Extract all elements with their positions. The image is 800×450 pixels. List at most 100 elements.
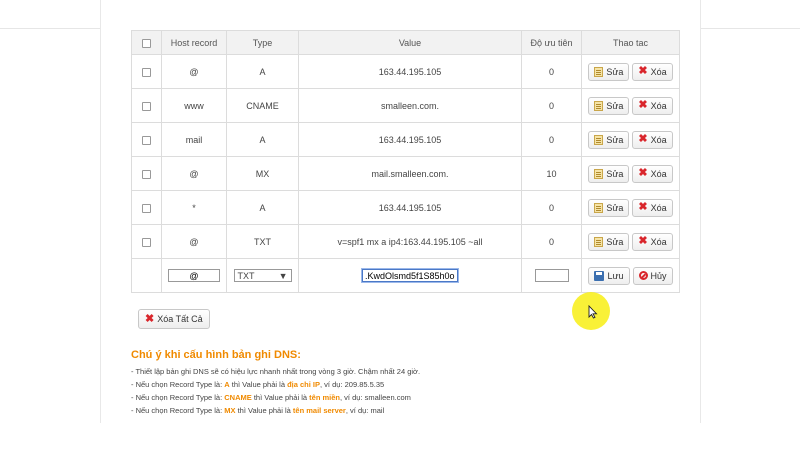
edit-icon xyxy=(594,236,604,247)
new-host-input[interactable] xyxy=(168,269,220,282)
type-cell: A xyxy=(226,190,299,225)
host-cell: www xyxy=(161,88,227,123)
new-priority-input[interactable] xyxy=(534,269,569,282)
save-label: Lưu xyxy=(607,270,624,281)
edit-icon xyxy=(594,168,604,179)
row-checkbox[interactable] xyxy=(142,67,151,77)
host-cell: mail xyxy=(161,122,227,157)
save-button[interactable]: Lưu xyxy=(588,266,630,285)
edit-button[interactable]: Sửa xyxy=(588,62,630,81)
save-disk-icon xyxy=(594,270,605,281)
select-all-header[interactable] xyxy=(131,30,162,55)
edit-label: Sửa xyxy=(606,236,624,247)
clear-all-button[interactable]: ✖ Xóa Tất Cả xyxy=(138,309,210,329)
row-checkbox[interactable] xyxy=(142,203,151,213)
note-item: - Nếu chọn Record Type là: CNAME thì Val… xyxy=(131,393,411,402)
host-cell: * xyxy=(161,190,227,225)
delete-button[interactable]: ✖ Xóa xyxy=(632,96,673,115)
priority-cell: 0 xyxy=(521,224,582,259)
delete-x-icon: ✖ xyxy=(638,133,648,145)
type-cell: CNAME xyxy=(226,88,299,123)
type-cell: A xyxy=(226,54,299,89)
notes-title: Chú ý khi cấu hình bản ghi DNS: xyxy=(131,349,301,361)
type-cell: TXT xyxy=(226,224,299,259)
row-checkbox[interactable] xyxy=(142,101,151,111)
delete-x-icon: ✖ xyxy=(145,312,155,325)
actions-cell: Sửa ✖ Xóa xyxy=(581,156,680,191)
edit-button[interactable]: Sửa xyxy=(588,130,630,149)
priority-cell: 0 xyxy=(521,122,582,157)
note-item: - Nếu chọn Record Type là: A thì Value p… xyxy=(131,380,385,389)
edit-label: Sửa xyxy=(606,202,624,213)
actions-cell: Lưu Hủy xyxy=(581,258,680,293)
dropdown-arrow-icon: ▼ xyxy=(278,270,288,281)
priority-cell: 10 xyxy=(521,156,582,191)
table-header-row: Host record Type Value Độ ưu tiên Thao t… xyxy=(131,30,680,55)
edit-button[interactable]: Sửa xyxy=(588,96,630,115)
dns-records-table: Host record Type Value Độ ưu tiên Thao t… xyxy=(131,30,680,293)
select-all-checkbox[interactable] xyxy=(142,38,151,48)
type-cell: MX xyxy=(226,156,299,191)
value-cell: 163.44.195.105 xyxy=(298,122,522,157)
delete-x-icon: ✖ xyxy=(638,201,648,213)
delete-button[interactable]: ✖ Xóa xyxy=(632,130,673,149)
table-row: @ MX mail.smalleen.com. 10 Sửa ✖ Xóa xyxy=(131,156,680,191)
cancel-button[interactable]: Hủy xyxy=(632,266,673,285)
new-type-select[interactable]: TXT ▼ xyxy=(233,269,292,282)
priority-cell: 0 xyxy=(521,54,582,89)
notes-list: - Thiết lập bản ghi DNS sẽ có hiệu lực n… xyxy=(131,365,691,417)
header-priority: Độ ưu tiên xyxy=(521,30,582,55)
actions-cell: Sửa ✖ Xóa xyxy=(581,122,680,157)
actions-cell: Sửa ✖ Xóa xyxy=(581,224,680,259)
delete-button[interactable]: ✖ Xóa xyxy=(632,198,673,217)
table-row: * A 163.44.195.105 0 Sửa ✖ Xóa xyxy=(131,190,680,225)
delete-button[interactable]: ✖ Xóa xyxy=(632,164,673,183)
header-actions: Thao tac xyxy=(581,30,680,55)
row-checkbox[interactable] xyxy=(142,135,151,145)
value-cell: 163.44.195.105 xyxy=(298,54,522,89)
clear-all-label: Xóa Tất Cả xyxy=(157,314,203,324)
cancel-label: Hủy xyxy=(650,270,667,281)
actions-cell: Sửa ✖ Xóa xyxy=(581,54,680,89)
delete-label: Xóa xyxy=(650,100,667,111)
host-cell: @ xyxy=(161,224,227,259)
delete-label: Xóa xyxy=(650,202,667,213)
edit-label: Sửa xyxy=(606,100,624,111)
table-row: mail A 163.44.195.105 0 Sửa ✖ Xóa xyxy=(131,122,680,157)
edit-icon xyxy=(594,134,604,145)
host-cell: @ xyxy=(161,156,227,191)
edit-icon xyxy=(594,66,604,77)
edit-button[interactable]: Sửa xyxy=(588,198,630,217)
new-type-value: TXT xyxy=(237,270,255,281)
new-value-input[interactable] xyxy=(361,268,459,283)
delete-label: Xóa xyxy=(650,66,667,77)
actions-cell: Sửa ✖ Xóa xyxy=(581,190,680,225)
type-cell: A xyxy=(226,122,299,157)
edit-icon xyxy=(594,202,604,213)
note-item: - Thiết lập bản ghi DNS sẽ có hiệu lực n… xyxy=(131,367,421,376)
cancel-icon xyxy=(638,271,648,280)
row-checkbox[interactable] xyxy=(142,169,151,179)
row-checkbox[interactable] xyxy=(142,237,151,247)
new-record-row: TXT ▼ Lưu Hủy xyxy=(131,258,680,293)
value-cell: 163.44.195.105 xyxy=(298,190,522,225)
note-item: - Nếu chọn Record Type là: MX thì Value … xyxy=(131,406,385,415)
delete-button[interactable]: ✖ Xóa xyxy=(632,232,673,251)
dns-panel: Host record Type Value Độ ưu tiên Thao t… xyxy=(100,0,701,423)
delete-label: Xóa xyxy=(650,236,667,247)
edit-label: Sửa xyxy=(606,134,624,145)
priority-cell: 0 xyxy=(521,88,582,123)
delete-x-icon: ✖ xyxy=(638,167,648,179)
priority-cell: 0 xyxy=(521,190,582,225)
value-cell: smalleen.com. xyxy=(298,88,522,123)
delete-button[interactable]: ✖ Xóa xyxy=(632,62,673,81)
header-value: Value xyxy=(298,30,522,55)
mouse-pointer-icon xyxy=(588,305,598,319)
value-cell: v=spf1 mx a ip4:163.44.195.105 ~all xyxy=(298,224,522,259)
edit-icon xyxy=(594,100,604,111)
edit-label: Sửa xyxy=(606,66,624,77)
table-row: www CNAME smalleen.com. 0 Sửa ✖ Xóa xyxy=(131,88,680,123)
edit-button[interactable]: Sửa xyxy=(588,164,630,183)
edit-button[interactable]: Sửa xyxy=(588,232,630,251)
delete-x-icon: ✖ xyxy=(638,99,648,111)
